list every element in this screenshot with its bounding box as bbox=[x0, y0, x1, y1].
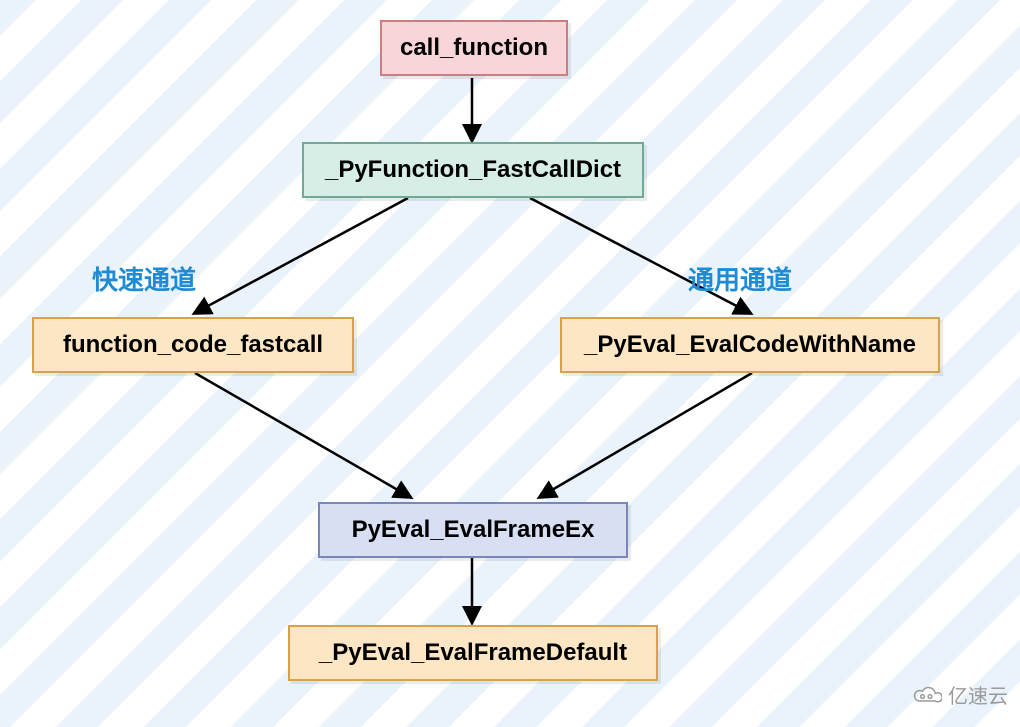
edge-n3-n5 bbox=[195, 373, 410, 497]
node-pyeval-evalcodewithname: _PyEval_EvalCodeWithName bbox=[560, 317, 940, 373]
watermark-text: 亿速云 bbox=[948, 680, 1008, 709]
cloud-icon bbox=[912, 684, 942, 706]
node-call-function: call_function bbox=[380, 20, 568, 76]
watermark: 亿速云 bbox=[912, 680, 1008, 709]
edge-n2-n3 bbox=[195, 198, 408, 313]
branch-label-fast: 快速通道 bbox=[92, 260, 196, 297]
node-pyeval-evalframedefault: _PyEval_EvalFrameDefault bbox=[288, 625, 658, 681]
node-pyfunction-fastcalldict: _PyFunction_FastCallDict bbox=[302, 142, 644, 198]
edge-n4-n5 bbox=[540, 373, 752, 497]
branch-label-general: 通用通道 bbox=[688, 260, 792, 297]
flowchart-canvas: call_function _PyFunction_FastCallDict f… bbox=[0, 0, 1020, 727]
node-function-code-fastcall: function_code_fastcall bbox=[32, 317, 354, 373]
node-pyeval-evalframeex: PyEval_EvalFrameEx bbox=[318, 502, 628, 558]
